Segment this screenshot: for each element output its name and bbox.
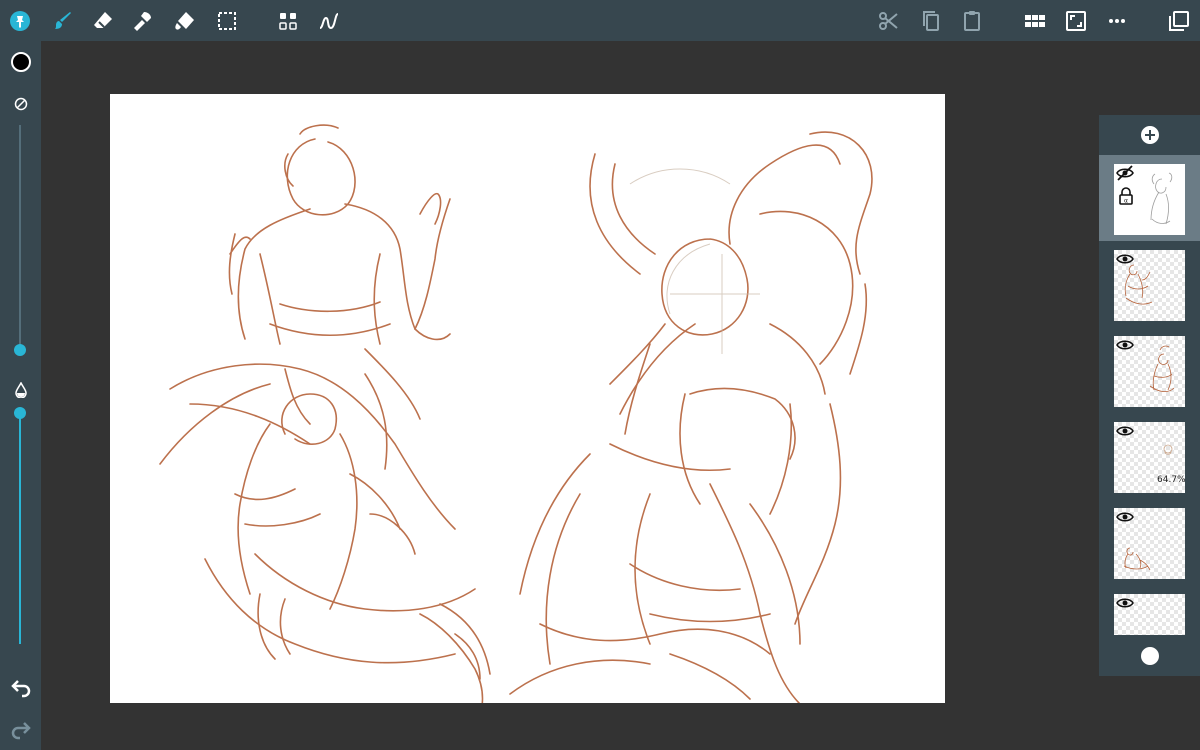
layers-toggle-icon bbox=[1169, 11, 1189, 31]
drawing-canvas[interactable] bbox=[110, 94, 945, 725]
smudge-icon bbox=[134, 12, 151, 31]
layer-item[interactable]: α bbox=[1099, 155, 1200, 241]
layer-item[interactable] bbox=[1099, 499, 1200, 585]
brush-icon bbox=[55, 12, 71, 29]
size-icon bbox=[14, 97, 27, 110]
layer-opacity-label: 64.7% bbox=[1157, 475, 1186, 485]
layer-item[interactable]: 64.7% bbox=[1099, 413, 1200, 499]
opacity-icon bbox=[14, 381, 27, 398]
brush-tool-button[interactable] bbox=[45, 4, 79, 38]
redo-button[interactable] bbox=[4, 713, 37, 746]
undo-button[interactable] bbox=[4, 671, 37, 704]
fit-screen-button[interactable] bbox=[1059, 4, 1093, 38]
brush-opacity-label bbox=[4, 373, 37, 406]
brush-size-slider-handle[interactable] bbox=[14, 344, 26, 356]
layers-panel: α 64.7% bbox=[1099, 115, 1200, 676]
eraser-icon bbox=[94, 12, 112, 28]
eye-icon[interactable] bbox=[1115, 595, 1135, 611]
symmetry-icon bbox=[279, 13, 297, 30]
stroke-stabilizer-icon bbox=[319, 13, 339, 30]
lock-icon[interactable]: α bbox=[1118, 187, 1134, 205]
left-sidebar bbox=[0, 41, 41, 750]
eye-icon[interactable] bbox=[1115, 337, 1135, 353]
layer-options-icon[interactable] bbox=[1139, 645, 1161, 667]
fit-screen-icon bbox=[1066, 11, 1086, 31]
symmetry-button[interactable] bbox=[271, 4, 305, 38]
pin-button[interactable] bbox=[3, 4, 37, 38]
copy-button[interactable] bbox=[914, 4, 948, 38]
eraser-tool-button[interactable] bbox=[86, 4, 120, 38]
more-icon bbox=[1109, 19, 1125, 23]
svg-text:α: α bbox=[1124, 198, 1128, 205]
layers-footer bbox=[1099, 635, 1200, 676]
brush-size-label bbox=[4, 87, 37, 120]
smudge-tool-button[interactable] bbox=[127, 4, 161, 38]
color-swatch-button[interactable] bbox=[4, 45, 37, 78]
paste-icon bbox=[964, 11, 980, 31]
fill-tool-button[interactable] bbox=[168, 4, 202, 38]
stroke-stabilizer-button[interactable] bbox=[312, 4, 346, 38]
layers-list[interactable]: α 64.7% bbox=[1099, 155, 1200, 635]
grid-menu-icon bbox=[1025, 15, 1045, 27]
layer-item[interactable] bbox=[1099, 241, 1200, 327]
selection-icon bbox=[218, 12, 236, 30]
layer-item[interactable] bbox=[1099, 327, 1200, 413]
eye-icon[interactable] bbox=[1115, 251, 1135, 267]
eye-off-icon[interactable] bbox=[1115, 165, 1135, 181]
selection-tool-button[interactable] bbox=[210, 4, 244, 38]
redo-icon bbox=[11, 721, 31, 739]
layers-header bbox=[1099, 115, 1200, 155]
paste-button[interactable] bbox=[955, 4, 989, 38]
brush-opacity-slider-track[interactable] bbox=[19, 412, 21, 644]
grid-menu-button[interactable] bbox=[1018, 4, 1052, 38]
mermaid-sketch-artwork bbox=[159, 124, 873, 725]
brush-size-slider-track[interactable] bbox=[19, 125, 21, 350]
pin-icon bbox=[10, 11, 30, 31]
eye-icon[interactable] bbox=[1115, 509, 1135, 525]
cut-button[interactable] bbox=[872, 4, 906, 38]
layers-toggle-button[interactable] bbox=[1162, 4, 1196, 38]
undo-icon bbox=[10, 679, 30, 697]
top-toolbar bbox=[0, 0, 1200, 41]
fill-icon bbox=[175, 12, 194, 30]
eye-icon[interactable] bbox=[1115, 423, 1135, 439]
layer-item[interactable] bbox=[1099, 585, 1200, 635]
add-layer-icon[interactable] bbox=[1139, 124, 1161, 146]
copy-icon bbox=[923, 11, 939, 31]
brush-opacity-slider-handle[interactable] bbox=[14, 407, 26, 419]
color-swatch-icon bbox=[10, 51, 31, 72]
cut-icon bbox=[879, 12, 898, 30]
more-button[interactable] bbox=[1100, 4, 1134, 38]
